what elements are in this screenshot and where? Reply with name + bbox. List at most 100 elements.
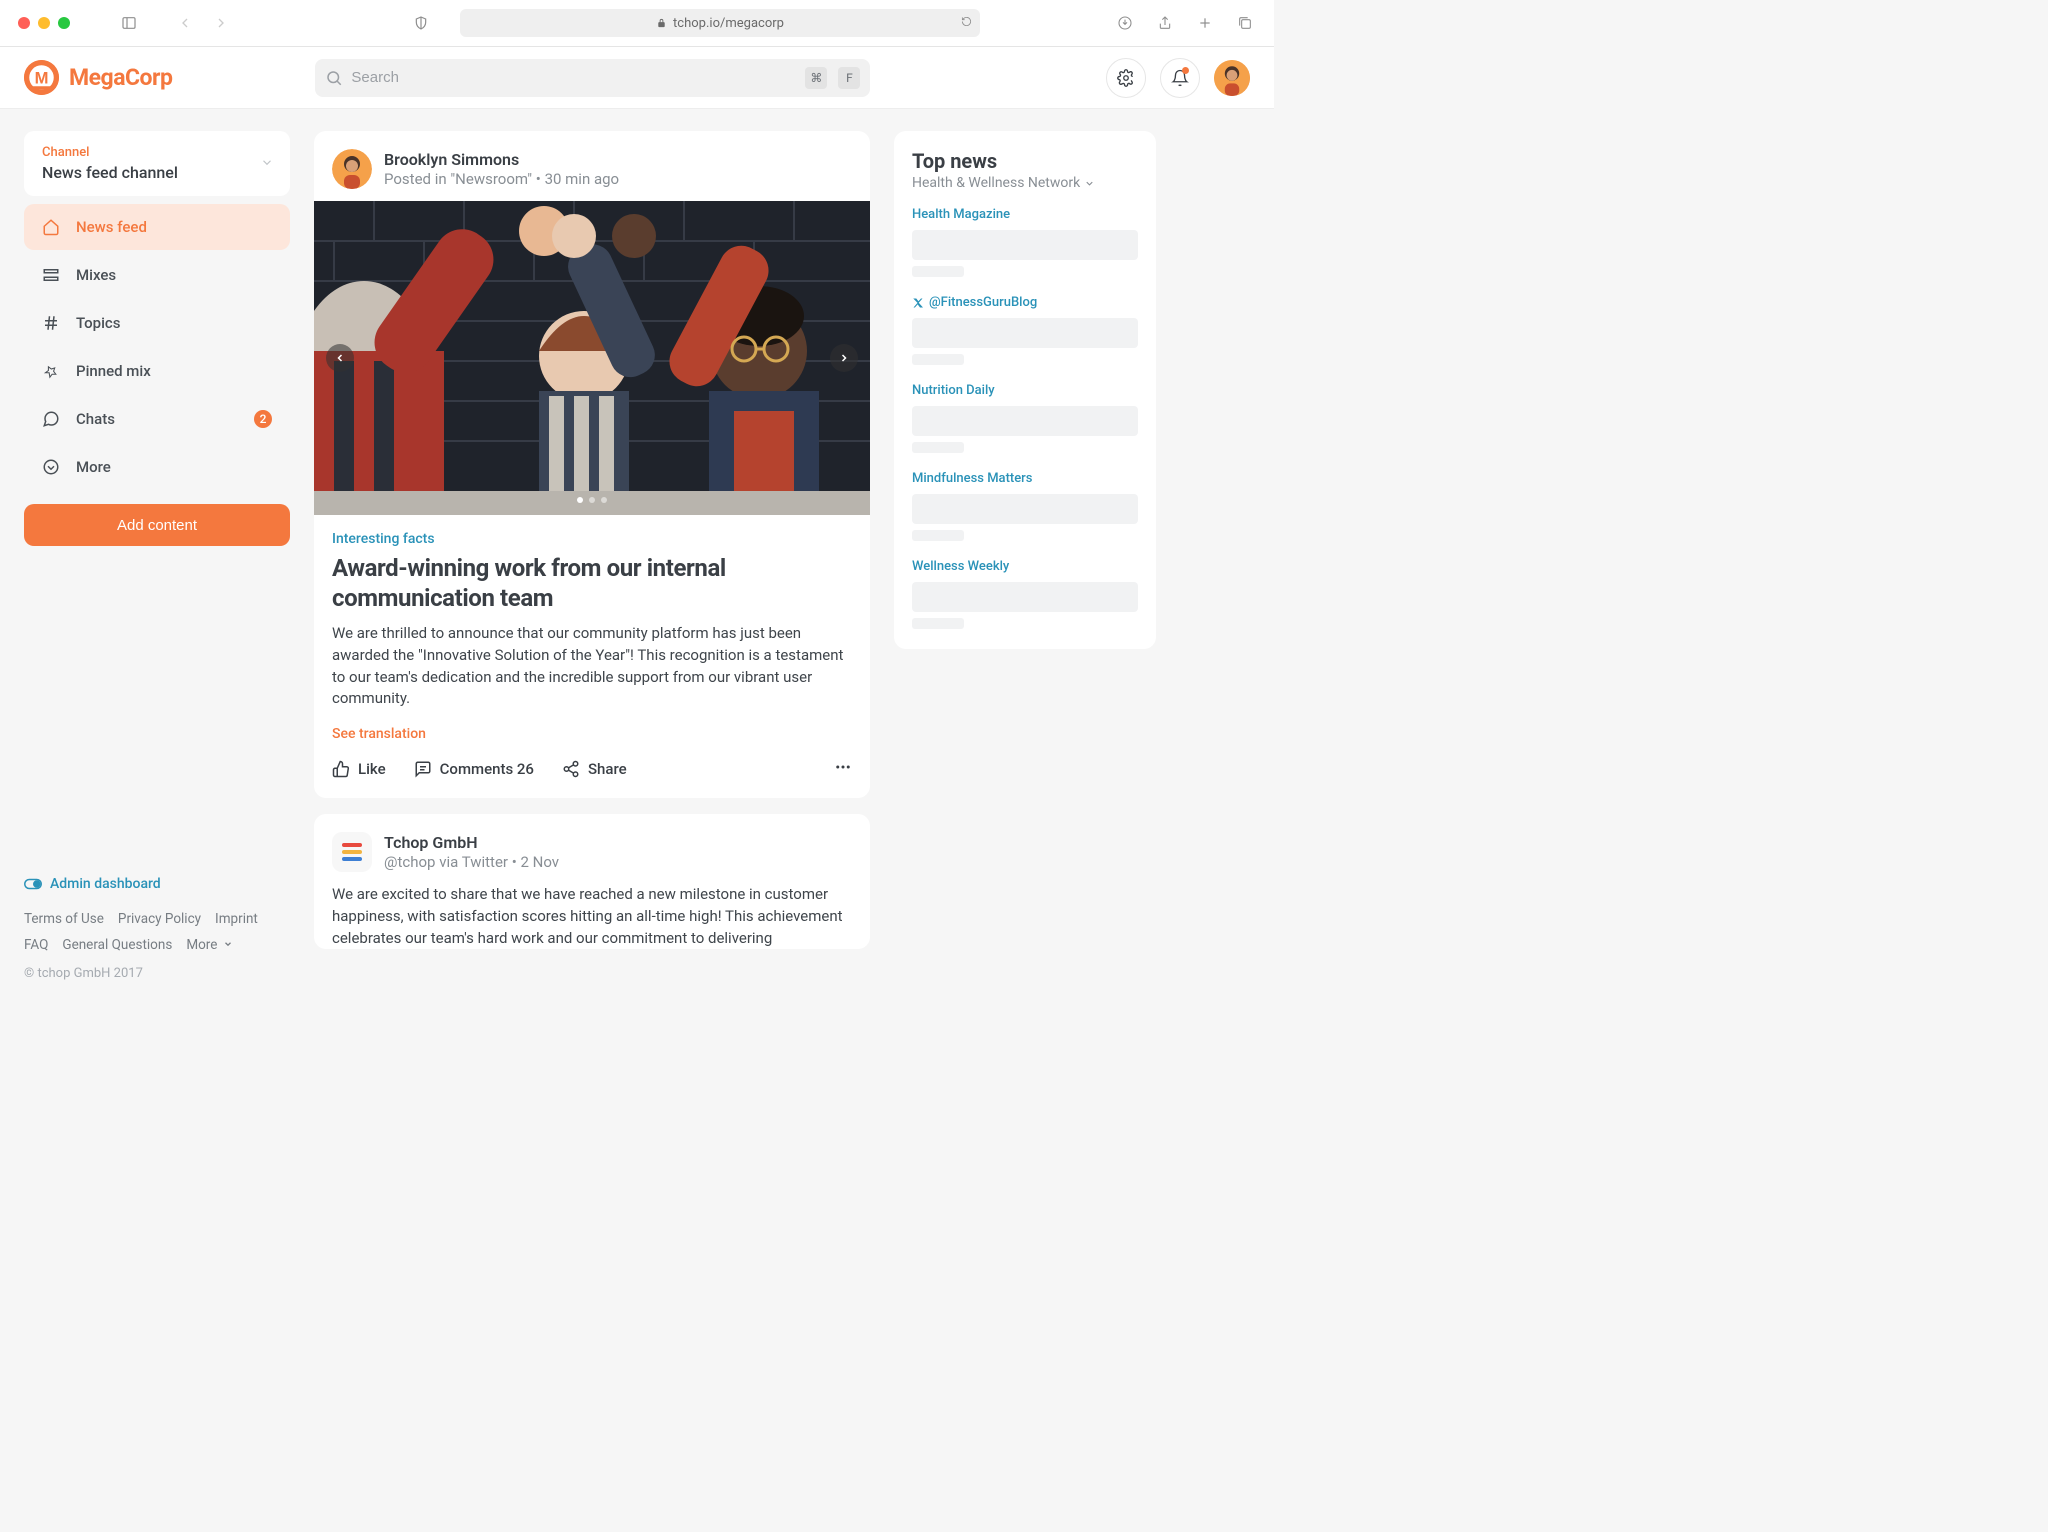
forward-icon[interactable] bbox=[210, 12, 232, 34]
carousel-dot[interactable] bbox=[589, 497, 595, 503]
nav-label: Topics bbox=[76, 314, 120, 332]
news-skeleton bbox=[912, 266, 964, 277]
news-item[interactable]: Mindfulness Matters bbox=[912, 471, 1138, 541]
news-item[interactable]: @FitnessGuruBlog bbox=[912, 295, 1138, 365]
nav-topics[interactable]: Topics bbox=[24, 300, 290, 346]
news-skeleton bbox=[912, 230, 1138, 260]
channel-label: Channel bbox=[42, 145, 272, 160]
address-bar[interactable]: tchop.io/megacorp bbox=[460, 9, 980, 37]
nav-label: Chats bbox=[76, 410, 115, 428]
footer-terms[interactable]: Terms of Use bbox=[24, 908, 104, 930]
comments-button[interactable]: Comments 26 bbox=[414, 760, 534, 778]
toggle-icon bbox=[24, 878, 42, 890]
browser-chrome: tchop.io/megacorp bbox=[0, 0, 1274, 47]
nav-mixes[interactable]: Mixes bbox=[24, 252, 290, 298]
home-icon bbox=[42, 218, 60, 236]
share-icon[interactable] bbox=[1154, 12, 1176, 34]
chevron-down-icon bbox=[1084, 178, 1095, 189]
app-header: M MegaCorp ⌘ F bbox=[0, 47, 1274, 109]
maximize-window[interactable] bbox=[58, 17, 70, 29]
logo[interactable]: M MegaCorp bbox=[24, 60, 172, 95]
carousel-dot[interactable] bbox=[577, 497, 583, 503]
search-input[interactable] bbox=[351, 69, 794, 86]
post-more-button[interactable] bbox=[834, 758, 852, 780]
post-body: We are thrilled to announce that our com… bbox=[332, 623, 852, 710]
like-button[interactable]: Like bbox=[332, 760, 386, 778]
notifications-button[interactable] bbox=[1160, 58, 1200, 98]
footer-more[interactable]: More bbox=[186, 934, 232, 956]
top-news-card: Top news Health & Wellness Network Healt… bbox=[894, 131, 1156, 649]
search-bar[interactable]: ⌘ F bbox=[315, 59, 870, 97]
back-icon[interactable] bbox=[174, 12, 196, 34]
user-avatar[interactable] bbox=[1214, 60, 1250, 96]
news-skeleton bbox=[912, 582, 1138, 612]
carousel-next-button[interactable] bbox=[830, 344, 858, 372]
post-author[interactable]: Brooklyn Simmons bbox=[384, 150, 619, 169]
post-title: Award-winning work from our internal com… bbox=[332, 553, 852, 613]
nav: News feed Mixes Topics Pinned mix Chats … bbox=[24, 204, 290, 490]
footer-general[interactable]: General Questions bbox=[62, 934, 172, 956]
kbd-cmd: ⌘ bbox=[805, 67, 827, 89]
carousel-dot[interactable] bbox=[601, 497, 607, 503]
shield-icon[interactable] bbox=[410, 12, 432, 34]
nav-pinned-mix[interactable]: Pinned mix bbox=[24, 348, 290, 394]
chevron-down-icon bbox=[223, 939, 233, 949]
post-image-carousel bbox=[314, 201, 870, 515]
new-tab-icon[interactable] bbox=[1194, 12, 1216, 34]
channel-selector[interactable]: Channel News feed channel bbox=[24, 131, 290, 196]
logo-text: MegaCorp bbox=[69, 64, 172, 91]
post-tag[interactable]: Interesting facts bbox=[332, 531, 852, 547]
news-skeleton bbox=[912, 318, 1138, 348]
x-twitter-icon bbox=[912, 297, 924, 309]
post-author[interactable]: Tchop GmbH bbox=[384, 833, 559, 852]
dots-icon bbox=[834, 758, 852, 776]
svg-text:M: M bbox=[35, 69, 49, 88]
news-skeleton bbox=[912, 530, 964, 541]
share-nodes-icon bbox=[562, 760, 580, 778]
news-item[interactable]: Wellness Weekly bbox=[912, 559, 1138, 629]
news-item[interactable]: Nutrition Daily bbox=[912, 383, 1138, 453]
post-author-avatar[interactable] bbox=[332, 832, 372, 872]
close-window[interactable] bbox=[18, 17, 30, 29]
comment-icon bbox=[414, 760, 432, 778]
hash-icon bbox=[42, 314, 60, 332]
reload-icon[interactable] bbox=[961, 16, 972, 31]
tabs-icon[interactable] bbox=[1234, 12, 1256, 34]
sidebar-footer: Admin dashboard Terms of Use Privacy Pol… bbox=[24, 876, 290, 999]
news-skeleton bbox=[912, 442, 964, 453]
copyright: © tchop GmbH 2017 bbox=[24, 966, 290, 981]
footer-imprint[interactable]: Imprint bbox=[215, 908, 258, 930]
nav-chats[interactable]: Chats 2 bbox=[24, 396, 290, 442]
logo-mark-icon: M bbox=[24, 60, 59, 95]
channel-name: News feed channel bbox=[42, 163, 272, 182]
news-source: Health Magazine bbox=[912, 207, 1138, 222]
nav-news-feed[interactable]: News feed bbox=[24, 204, 290, 250]
news-source: Wellness Weekly bbox=[912, 559, 1138, 574]
news-subtitle[interactable]: Health & Wellness Network bbox=[912, 175, 1138, 191]
chevron-circle-down-icon bbox=[42, 458, 60, 476]
post-author-avatar[interactable] bbox=[332, 149, 372, 189]
gear-icon bbox=[1117, 69, 1135, 87]
add-content-button[interactable]: Add content bbox=[24, 504, 290, 546]
carousel-dots bbox=[577, 497, 607, 503]
news-source: Nutrition Daily bbox=[912, 383, 1138, 398]
pin-icon bbox=[42, 362, 60, 380]
url-text: tchop.io/megacorp bbox=[673, 16, 784, 31]
download-icon[interactable] bbox=[1114, 12, 1136, 34]
admin-dashboard-link[interactable]: Admin dashboard bbox=[24, 876, 290, 892]
footer-privacy[interactable]: Privacy Policy bbox=[118, 908, 201, 930]
share-button[interactable]: Share bbox=[562, 760, 627, 778]
minimize-window[interactable] bbox=[38, 17, 50, 29]
post-card: Tchop GmbH @tchop via Twitter • 2 Nov We… bbox=[314, 814, 870, 949]
nav-label: Mixes bbox=[76, 266, 116, 284]
nav-more[interactable]: More bbox=[24, 444, 290, 490]
news-item[interactable]: Health Magazine bbox=[912, 207, 1138, 277]
admin-link-text: Admin dashboard bbox=[50, 876, 161, 892]
carousel-prev-button[interactable] bbox=[326, 344, 354, 372]
sidebar-toggle-icon[interactable] bbox=[118, 12, 140, 34]
footer-faq[interactable]: FAQ bbox=[24, 934, 48, 956]
settings-button[interactable] bbox=[1106, 58, 1146, 98]
translate-link[interactable]: See translation bbox=[332, 726, 426, 742]
right-column: Top news Health & Wellness Network Healt… bbox=[894, 131, 1156, 649]
notification-dot-icon bbox=[1182, 67, 1189, 74]
